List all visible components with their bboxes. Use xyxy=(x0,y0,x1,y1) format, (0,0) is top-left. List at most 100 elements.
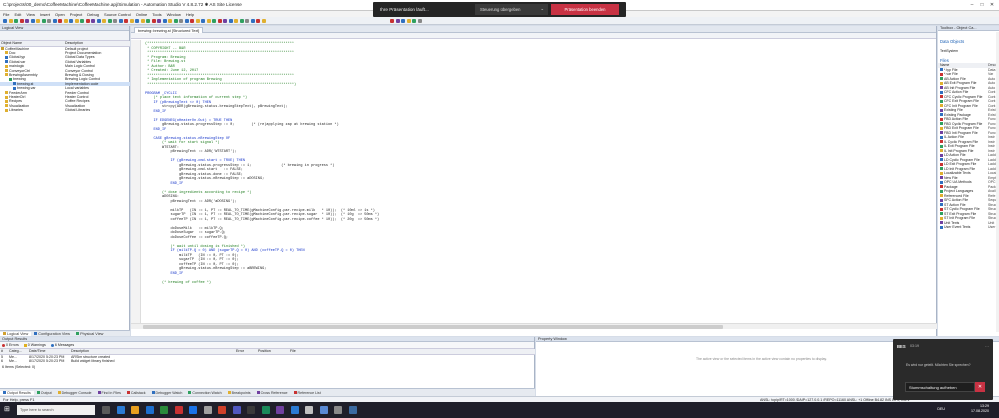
code-lines[interactable]: (***************************************… xyxy=(145,42,379,285)
scroll-thumb[interactable] xyxy=(143,325,723,329)
taskbar-app-icon[interactable] xyxy=(348,406,357,414)
output-row[interactable]: 6 Me... 8/17/2020 5:20:23 PM Build widget l… xyxy=(0,359,535,364)
toolbar-button-icon[interactable] xyxy=(201,19,205,23)
toolbar-button-icon[interactable] xyxy=(195,19,200,23)
tab-output-results[interactable]: Output Results xyxy=(0,390,34,395)
tab-physical-view[interactable]: Physical View xyxy=(73,332,106,336)
toolbar-button-icon[interactable] xyxy=(206,19,211,23)
data-object-item[interactable]: TextSystem xyxy=(938,49,958,54)
menu-project[interactable]: Project xyxy=(70,12,82,17)
taskbar-app-icon[interactable] xyxy=(160,406,168,414)
taskbar-app-icon[interactable] xyxy=(232,406,241,414)
taskbar-app-icon[interactable] xyxy=(203,406,212,414)
tab-debugger-console[interactable]: Debugger Console xyxy=(55,391,95,395)
toolbar-button-icon[interactable] xyxy=(41,19,46,23)
toolbox-file-item[interactable]: User Event Texts User xyxy=(938,225,999,230)
toolbar-button-icon[interactable] xyxy=(245,19,249,23)
toolbar-button-icon[interactable] xyxy=(8,19,13,23)
toolbar-button-icon[interactable] xyxy=(30,19,35,23)
toolbar-button-icon[interactable] xyxy=(168,19,172,23)
taskbar-app-icon[interactable] xyxy=(218,406,226,414)
errors-filter[interactable]: 0 Errors xyxy=(2,343,19,347)
toolbar-button-icon[interactable] xyxy=(390,19,394,23)
toolbar-button-icon[interactable] xyxy=(36,19,40,23)
taskbar-app-icon[interactable] xyxy=(276,406,284,414)
toolbar-button-icon[interactable] xyxy=(107,19,112,23)
toolbar-button-icon[interactable] xyxy=(223,19,227,23)
tab-breakpoints[interactable]: Breakpoints xyxy=(225,391,254,395)
toolbar-button-icon[interactable] xyxy=(58,19,62,23)
tab-brewing-st[interactable]: brewing::brewing.st [Structured Text] xyxy=(134,27,204,33)
toolbar-button-icon[interactable] xyxy=(250,19,255,23)
tab-reference-list[interactable]: Reference List xyxy=(291,391,324,395)
toolbar-button-icon[interactable] xyxy=(239,19,244,23)
files-col-name[interactable]: Name xyxy=(940,63,949,67)
toolbar-button-icon[interactable] xyxy=(417,19,422,23)
toolbar-button-icon[interactable] xyxy=(157,19,161,23)
toolbar-button-icon[interactable] xyxy=(91,19,95,23)
toolbar-button-icon[interactable] xyxy=(63,19,68,23)
toolbar-button-icon[interactable] xyxy=(25,19,29,23)
tab-logical-view[interactable]: Logical View xyxy=(0,331,32,336)
toolbar-button-icon[interactable] xyxy=(140,19,145,23)
tab-callstack[interactable]: Callstack xyxy=(124,391,149,395)
toolbar-button-icon[interactable] xyxy=(146,19,150,23)
taskbar-app-icon[interactable] xyxy=(305,406,313,414)
menu-window[interactable]: Window xyxy=(167,12,181,17)
taskbar-app-icon[interactable] xyxy=(334,406,342,414)
toolbar-button-icon[interactable] xyxy=(406,19,411,23)
toolbar-button-icon[interactable] xyxy=(190,19,194,23)
toolbar-button-icon[interactable] xyxy=(179,19,183,23)
toolbar-button-icon[interactable] xyxy=(69,19,73,23)
tab-output[interactable]: Output xyxy=(34,391,55,395)
menu-view[interactable]: View xyxy=(26,12,35,17)
taskbar-app-icon[interactable] xyxy=(189,406,197,414)
taskbar-app-icon[interactable] xyxy=(102,406,110,414)
taskbar-app-icon[interactable] xyxy=(290,406,299,414)
windows-start-icon[interactable]: ⊞ xyxy=(4,406,12,414)
horizontal-scrollbar[interactable] xyxy=(131,323,937,329)
unmute-button[interactable]: Stummschaltung aufheben xyxy=(905,382,975,392)
menu-file[interactable]: File xyxy=(3,12,9,17)
toolbar-button-icon[interactable] xyxy=(80,19,84,23)
taskbar-clock[interactable]: 13:29 17.08.2020 xyxy=(971,404,989,414)
menu-open[interactable]: Open xyxy=(55,12,65,17)
hand-over-control-button[interactable]: Steuerung übergeben ⌄ xyxy=(475,4,548,15)
taskbar-search[interactable]: Type here to search xyxy=(17,405,95,415)
toolbar-button-icon[interactable] xyxy=(151,19,156,23)
toolbar-button-icon[interactable] xyxy=(395,19,400,23)
tree-item[interactable]: Libraries Global Libraries xyxy=(0,108,130,112)
menu-help[interactable]: Help xyxy=(186,12,194,17)
toolbar-button-icon[interactable] xyxy=(173,19,178,23)
toolbar-button-icon[interactable] xyxy=(234,19,238,23)
maximize-icon[interactable]: □ xyxy=(977,1,987,9)
toolbar-button-icon[interactable] xyxy=(261,19,266,23)
toolbar-button-icon[interactable] xyxy=(102,19,106,23)
taskbar-app-icon[interactable] xyxy=(174,406,183,414)
toolbar-button-icon[interactable] xyxy=(401,19,405,23)
toolbar-button-icon[interactable] xyxy=(19,19,24,23)
taskbar-app-icon[interactable] xyxy=(131,406,139,414)
more-options-icon[interactable]: ⋯ xyxy=(985,344,989,349)
toolbar-button-icon[interactable] xyxy=(52,19,57,23)
toolbar-button-icon[interactable] xyxy=(212,19,216,23)
toolbar-button-icon[interactable] xyxy=(14,19,18,23)
microphone-muted-icon[interactable]: ✕ xyxy=(975,382,985,392)
toolbar-button-icon[interactable] xyxy=(113,19,117,23)
minimize-icon[interactable]: – xyxy=(967,1,977,9)
taskbar-app-icon[interactable] xyxy=(247,406,255,414)
toolbar-button-icon[interactable] xyxy=(124,19,128,23)
tab-configuration-view[interactable]: Configuration View xyxy=(31,332,73,336)
messages-filter[interactable]: 6 Messages xyxy=(50,343,74,347)
taskbar-app-icon[interactable] xyxy=(116,406,125,414)
toolbar-button-icon[interactable] xyxy=(96,19,101,23)
toolbar-button-icon[interactable] xyxy=(135,19,139,23)
toolbar-button-icon[interactable] xyxy=(118,19,123,23)
toolbar-button-icon[interactable] xyxy=(412,19,416,23)
code-line[interactable]: (* brewing of coffee *) xyxy=(145,281,379,286)
taskbar-app-icon[interactable] xyxy=(145,406,154,414)
toolbar-button-icon[interactable] xyxy=(85,19,90,23)
menu-source-control[interactable]: Source Control xyxy=(104,12,131,17)
toolbar-button-icon[interactable] xyxy=(74,19,79,23)
toolbar-button-icon[interactable] xyxy=(217,19,222,23)
